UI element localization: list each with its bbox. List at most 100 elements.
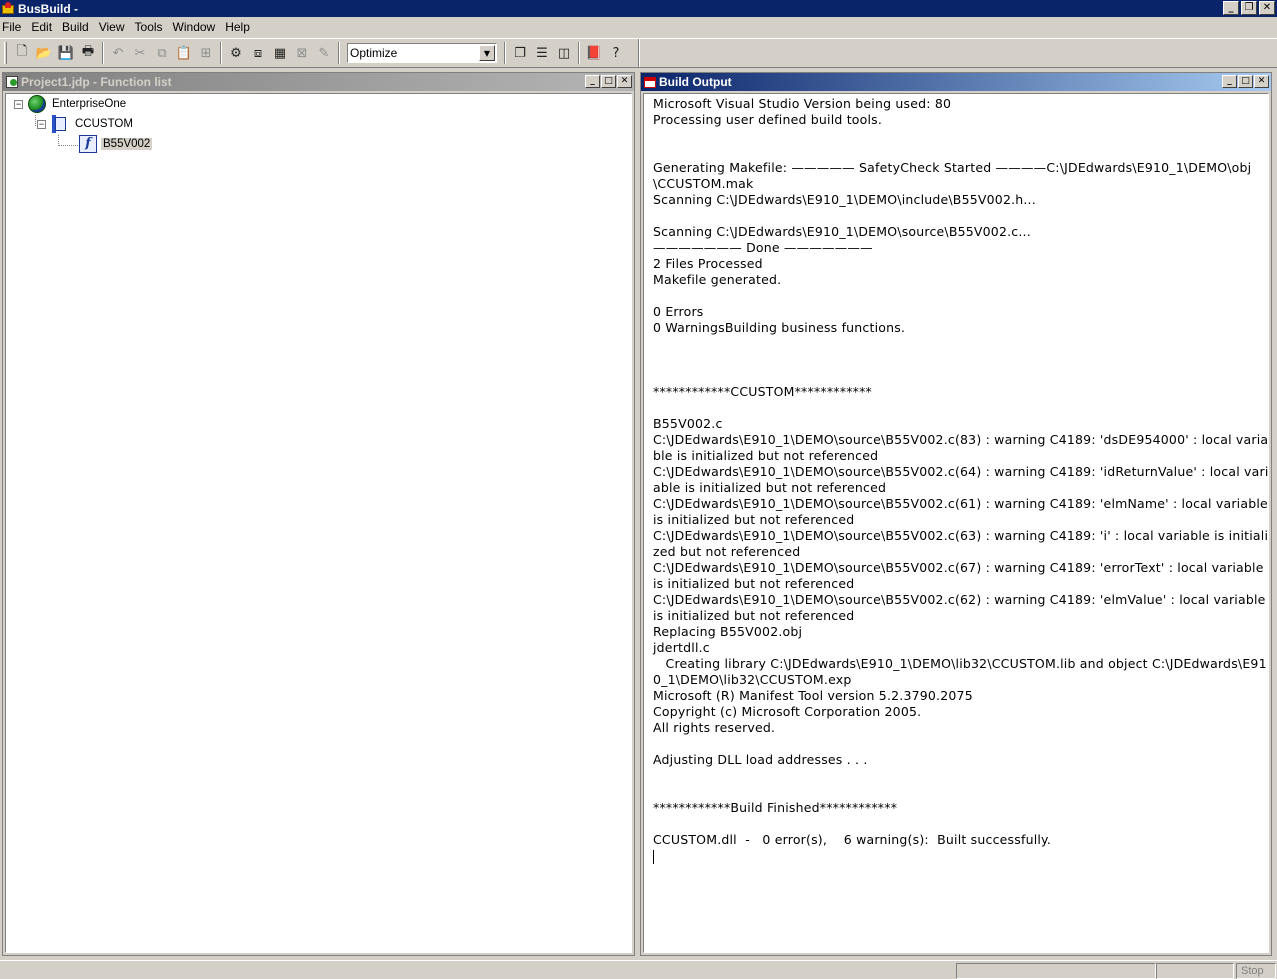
help-icon[interactable]: ? bbox=[605, 42, 627, 64]
build-icon[interactable]: ⚙ bbox=[225, 42, 247, 64]
build-output-title: Build Output bbox=[659, 75, 732, 89]
toolbar-separator bbox=[578, 42, 580, 64]
close-button[interactable]: ✕ bbox=[1259, 1, 1275, 15]
menu-build[interactable]: Build bbox=[57, 20, 94, 34]
collapse-icon[interactable]: − bbox=[37, 119, 46, 129]
output-line: C:\JDEdwards\E910_1\DEMO\source\B55V002.… bbox=[653, 528, 1269, 559]
function-tree-pane[interactable]: − EnterpriseOne − CCUSTOM f B55V002 bbox=[5, 93, 632, 953]
cascade-icon[interactable]: ❐ bbox=[509, 42, 531, 64]
function-list-title: Project1.jdp - Function list bbox=[21, 75, 172, 89]
library-icon bbox=[50, 115, 70, 133]
print-icon[interactable]: 🖶 bbox=[77, 42, 99, 64]
toolbar: 🗋 📂 💾 🖶 ↶ ✂ ⧉ 📋 ⊞ ⚙ ⧈ ▦ ⊠ ✎ Optimize ▼ ❐ ☰ ◫ 📕? bbox=[0, 38, 1277, 68]
save-icon[interactable]: 💾 bbox=[55, 42, 77, 64]
function-list-minimize-button[interactable]: _ bbox=[585, 75, 600, 88]
build-output-maximize-button[interactable]: □ bbox=[1238, 75, 1253, 88]
toolbar-separator bbox=[102, 42, 104, 64]
restore-button[interactable]: ❐ bbox=[1241, 1, 1257, 15]
rebuild-icon[interactable]: ⊠ bbox=[291, 42, 313, 64]
output-line: C:\JDEdwards\E910_1\DEMO\source\B55V002.… bbox=[653, 464, 1269, 495]
tile-horizontal-icon[interactable]: ☰ bbox=[531, 42, 553, 64]
function-list-close-button[interactable]: ✕ bbox=[617, 75, 632, 88]
build-output-controls: _ □ ✕ bbox=[1222, 75, 1269, 88]
status-panel-progress bbox=[956, 963, 1156, 979]
output-line: 0 Errors bbox=[653, 304, 704, 319]
menu-edit[interactable]: Edit bbox=[26, 20, 57, 34]
tree-node-enterpriseone[interactable]: − EnterpriseOne bbox=[14, 94, 128, 114]
compile-icon[interactable]: ⧈ bbox=[247, 42, 269, 64]
chevron-down-icon[interactable]: ▼ bbox=[479, 45, 495, 61]
minimize-button[interactable]: _ bbox=[1223, 1, 1239, 15]
build-output-text-area[interactable]: Microsoft Visual Studio Version being us… bbox=[643, 93, 1269, 953]
output-line: 2 Files Processed bbox=[653, 256, 763, 271]
toolbar-separator bbox=[338, 42, 340, 64]
output-line: Copyright (c) Microsoft Corporation 2005… bbox=[653, 704, 922, 719]
new-file-icon[interactable]: 🗋 bbox=[11, 42, 33, 64]
menu-view[interactable]: View bbox=[94, 20, 130, 34]
function-list-caption[interactable]: Project1.jdp - Function list _ □ ✕ bbox=[3, 73, 634, 91]
output-line: Scanning C:\JDEdwards\E910_1\DEMO\includ… bbox=[653, 192, 1036, 207]
copy-icon[interactable]: ⧉ bbox=[151, 42, 173, 64]
stop-button[interactable]: Stop bbox=[1236, 963, 1276, 979]
output-line: C:\JDEdwards\E910_1\DEMO\source\B55V002.… bbox=[653, 560, 1268, 591]
output-line: Creating library C:\JDEdwards\E910_1\DEM… bbox=[653, 656, 1267, 687]
menu-help[interactable]: Help bbox=[220, 20, 255, 34]
menu-window[interactable]: Window bbox=[168, 20, 221, 34]
tree-label-b55v002: B55V002 bbox=[101, 138, 153, 150]
status-bar: Stop bbox=[0, 960, 1277, 979]
toolbar-grip[interactable] bbox=[4, 42, 7, 64]
tree-node-b55v002[interactable]: f B55V002 bbox=[78, 134, 153, 154]
output-line: Generating Makefile: ————— SafetyCheck S… bbox=[653, 160, 1252, 175]
busbuild-app-icon[interactable] bbox=[1, 1, 15, 16]
build-all-icon[interactable]: ▦ bbox=[269, 42, 291, 64]
paste-icon[interactable]: 📋 bbox=[173, 42, 195, 64]
output-line: Microsoft (R) Manifest Tool version 5.2.… bbox=[653, 688, 973, 703]
output-line: Replacing B55V002.obj bbox=[653, 624, 803, 639]
book-icon[interactable]: 📕 bbox=[583, 42, 605, 64]
toolbar-separator bbox=[220, 42, 222, 64]
output-line: ************Build Finished************ bbox=[653, 800, 898, 815]
build-output-caption[interactable]: Build Output _ □ ✕ bbox=[641, 73, 1271, 91]
build-configuration-value: Optimize bbox=[350, 46, 398, 60]
tile-vertical-icon[interactable]: ◫ bbox=[553, 42, 575, 64]
collapse-icon[interactable]: − bbox=[14, 99, 23, 109]
output-line: 0 WarningsBuilding business functions. bbox=[653, 320, 906, 335]
output-caret-line bbox=[653, 848, 1268, 864]
menu-file[interactable]: File bbox=[0, 20, 26, 34]
output-line: All rights reserved. bbox=[653, 720, 776, 735]
status-panel-blank bbox=[1156, 963, 1234, 979]
title-bar[interactable]: BusBuild - _ ❐ ✕ bbox=[0, 0, 1277, 17]
function-list-controls: _ □ ✕ bbox=[585, 75, 632, 88]
build-output-icon bbox=[643, 75, 657, 89]
stop-build-icon[interactable]: ✎ bbox=[313, 42, 335, 64]
output-line: Makefile generated. bbox=[653, 272, 782, 287]
undo-icon[interactable]: ↶ bbox=[107, 42, 129, 64]
toolbar-end-divider bbox=[638, 39, 640, 67]
tree-node-ccustom[interactable]: − CCUSTOM bbox=[37, 114, 135, 134]
tree-label-ccustom: CCUSTOM bbox=[75, 118, 133, 130]
find-icon[interactable]: ⊞ bbox=[195, 42, 217, 64]
output-line: C:\JDEdwards\E910_1\DEMO\source\B55V002.… bbox=[653, 432, 1269, 463]
build-output-minimize-button[interactable]: _ bbox=[1222, 75, 1237, 88]
output-line: C:\JDEdwards\E910_1\DEMO\source\B55V002.… bbox=[653, 496, 1268, 527]
function-icon: f bbox=[78, 135, 98, 153]
build-configuration-combo[interactable]: Optimize ▼ bbox=[347, 43, 497, 63]
output-line: Processing user defined build tools. bbox=[653, 112, 883, 127]
window-controls: _ ❐ ✕ bbox=[1223, 1, 1275, 15]
function-list-maximize-button[interactable]: □ bbox=[601, 75, 616, 88]
busbuild-app: BusBuild - _ ❐ ✕ File Edit Build View To… bbox=[0, 0, 1277, 979]
output-line: jdertdll.c bbox=[653, 640, 710, 655]
output-line: \CCUSTOM.mak bbox=[653, 176, 754, 191]
build-output-close-button[interactable]: ✕ bbox=[1254, 75, 1269, 88]
menu-tools[interactable]: Tools bbox=[130, 20, 168, 34]
open-folder-icon[interactable]: 📂 bbox=[33, 42, 55, 64]
cut-icon[interactable]: ✂ bbox=[129, 42, 151, 64]
